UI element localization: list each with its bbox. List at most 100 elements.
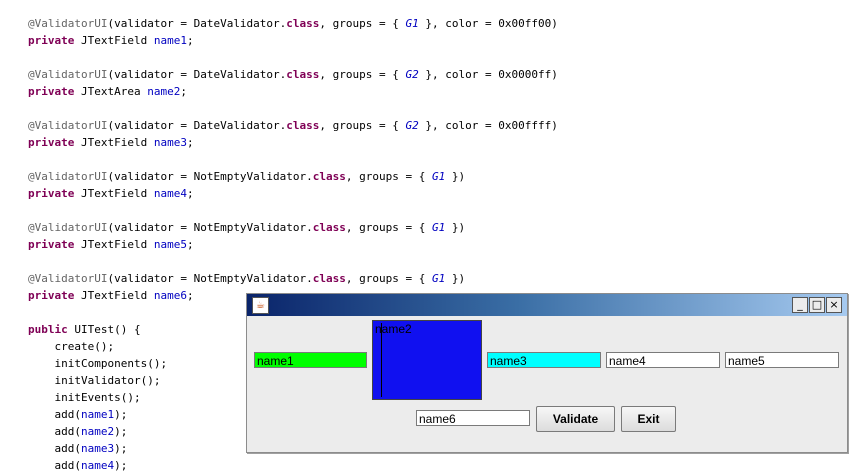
code-token: , groups = { xyxy=(345,170,433,183)
code-token: private xyxy=(28,85,75,98)
name3-field[interactable]: name3 xyxy=(487,352,601,368)
code-line: add(name4); xyxy=(28,457,558,474)
code-token: name4 xyxy=(80,459,115,472)
code-token: , groups = { xyxy=(319,17,406,30)
code-token: add( xyxy=(28,442,81,455)
code-line: private JTextField name5; xyxy=(28,236,558,253)
code-token: JTextField xyxy=(74,34,154,47)
code-token: ; xyxy=(186,187,194,200)
code-line: @ValidatorUI(validator = NotEmptyValidat… xyxy=(28,270,558,287)
code-token: name2 xyxy=(147,85,181,98)
code-token: G1 xyxy=(432,221,446,234)
code-token: initValidator(); xyxy=(28,374,161,387)
code-token: public xyxy=(28,323,68,336)
exit-button[interactable]: Exit xyxy=(621,406,676,432)
code-token: private xyxy=(28,34,75,47)
code-token: ); xyxy=(114,425,128,438)
minimize-button[interactable]: _ xyxy=(792,297,808,313)
code-token: create(); xyxy=(28,340,115,353)
code-token: (validator = DateValidator. xyxy=(107,17,287,30)
code-token: G2 xyxy=(405,119,419,132)
code-token: @ValidatorUI xyxy=(28,221,108,234)
code-token: name6 xyxy=(153,289,187,302)
code-token: (validator = NotEmptyValidator. xyxy=(107,272,313,285)
code-token: JTextField xyxy=(74,289,154,302)
code-token: ; xyxy=(180,85,187,98)
code-line: @ValidatorUI(validator = NotEmptyValidat… xyxy=(28,219,558,236)
code-line: private JTextField name3; xyxy=(28,134,558,151)
code-token: name2 xyxy=(80,425,115,438)
code-token: @ValidatorUI xyxy=(28,119,108,132)
code-token: class xyxy=(312,221,346,234)
code-token: class xyxy=(286,119,320,132)
code-token: JTextField xyxy=(74,238,154,251)
code-token: add( xyxy=(28,408,81,421)
code-token: JTextField xyxy=(74,187,154,200)
code-token: ); xyxy=(114,459,128,472)
name6-field[interactable]: name6 xyxy=(416,410,530,426)
code-token: ; xyxy=(186,289,194,302)
text-caret xyxy=(381,323,382,397)
code-token: }) xyxy=(445,221,466,234)
code-token: }, color = 0x00ff00) xyxy=(418,17,558,30)
code-token: ); xyxy=(114,408,128,421)
code-token: G1 xyxy=(432,170,446,183)
code-token: , groups = { xyxy=(319,68,406,81)
code-line: private JTextField name1; xyxy=(28,32,558,49)
code-token: @ValidatorUI xyxy=(28,68,108,81)
code-line: private JTextArea name2; xyxy=(28,83,558,100)
code-token: (validator = DateValidator. xyxy=(107,119,287,132)
code-token: , groups = { xyxy=(319,119,406,132)
code-line: @ValidatorUI(validator = NotEmptyValidat… xyxy=(28,168,558,185)
code-token: (validator = DateValidator. xyxy=(107,68,287,81)
validate-button[interactable]: Validate xyxy=(536,406,615,432)
close-button[interactable]: × xyxy=(826,297,842,313)
code-token: @ValidatorUI xyxy=(28,170,108,183)
code-token: JTextField xyxy=(74,136,154,149)
code-token: , groups = { xyxy=(345,272,433,285)
code-token: name3 xyxy=(153,136,187,149)
code-token: @ValidatorUI xyxy=(28,272,108,285)
code-token: G2 xyxy=(405,68,419,81)
code-token: name4 xyxy=(153,187,187,200)
name4-field[interactable]: name4 xyxy=(606,352,720,368)
code-token: G1 xyxy=(432,272,446,285)
code-token: add( xyxy=(28,459,81,472)
code-token: , groups = { xyxy=(345,221,433,234)
code-token: ; xyxy=(186,238,194,251)
code-token: initComponents(); xyxy=(28,357,168,370)
code-token: class xyxy=(312,272,346,285)
code-token: }, color = 0x00ffff) xyxy=(418,119,558,132)
maximize-button[interactable]: □ xyxy=(809,297,825,313)
code-token: class xyxy=(286,68,320,81)
code-token: class xyxy=(286,17,320,30)
code-token: name3 xyxy=(80,442,115,455)
code-line: @ValidatorUI(validator = DateValidator.c… xyxy=(28,117,558,134)
code-token: private xyxy=(28,136,75,149)
code-token: @ValidatorUI xyxy=(28,17,108,30)
java-cup-icon[interactable]: ☕ xyxy=(252,297,269,314)
code-token: }) xyxy=(445,170,466,183)
code-token: (validator = NotEmptyValidator. xyxy=(107,221,313,234)
code-token: private xyxy=(28,187,75,200)
code-token: }) xyxy=(445,272,466,285)
code-line: @ValidatorUI(validator = DateValidator.c… xyxy=(28,15,558,32)
code-token: initEvents(); xyxy=(28,391,141,404)
code-line: private JTextField name4; xyxy=(28,185,558,202)
code-token: name1 xyxy=(153,34,187,47)
code-token: }, color = 0x0000ff) xyxy=(418,68,558,81)
name5-field[interactable]: name5 xyxy=(725,352,839,368)
name2-textarea[interactable]: name2 xyxy=(372,320,482,400)
name1-field[interactable]: name1 xyxy=(254,352,367,368)
ui-test-window[interactable]: ☕ _ □ × name1 name2 name3 name4 name5 na… xyxy=(246,293,848,453)
code-token: UITest() { xyxy=(67,323,141,336)
code-token: ); xyxy=(114,442,128,455)
code-token: name5 xyxy=(153,238,187,251)
title-bar[interactable]: ☕ _ □ × xyxy=(247,294,847,316)
code-token: private xyxy=(28,238,75,251)
